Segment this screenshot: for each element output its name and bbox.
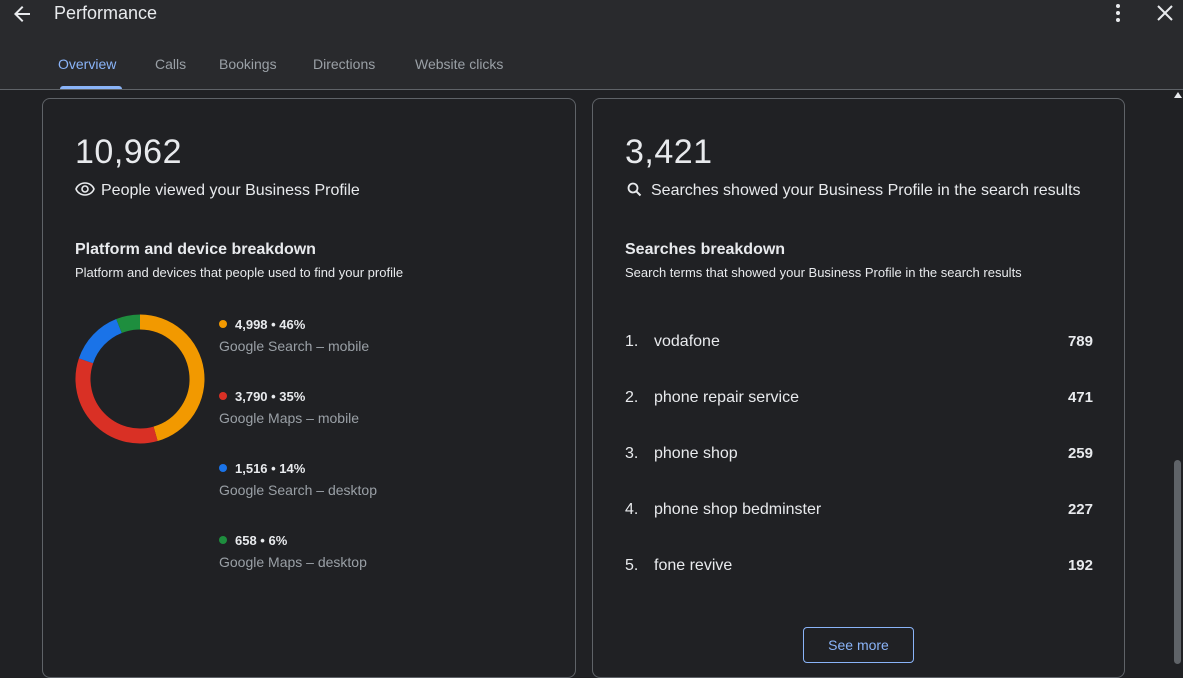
term-rank: 3. [625,445,639,462]
tab-website-clicks[interactable]: Website clicks [415,56,503,72]
eye-icon [75,181,95,197]
back-arrow-icon[interactable] [10,2,34,26]
searches-breakdown-subtitle: Search terms that showed your Business P… [625,265,1022,280]
legend-item: 658 • 6% Google Maps – desktop [219,533,479,570]
search-term-row: 5. fone revive 192 [625,557,1093,581]
term-count: 227 [1067,501,1093,518]
term-count: 192 [1067,557,1093,574]
term-text: phone shop bedminster [654,501,822,518]
tab-calls[interactable]: Calls [155,56,186,72]
platform-donut-chart [75,314,205,444]
legend-dot [219,392,227,400]
legend-dot [219,536,227,544]
views-card: 10,962 People viewed your Business Profi… [42,98,576,678]
legend-stat: 658 • 6% [235,533,288,548]
term-rank: 1. [625,333,639,350]
term-text: fone revive [654,557,733,574]
tab-overview[interactable]: Overview [58,56,116,72]
term-count: 789 [1067,333,1093,350]
searches-caption-row: Searches showed your Business Profile in… [625,181,1081,200]
legend-label: Google Search – desktop [219,482,377,498]
tab-directions[interactable]: Directions [313,56,375,72]
searches-caption: Searches showed your Business Profile in… [651,182,1081,199]
legend-dot [219,320,227,328]
searches-card: 3,421 Searches showed your Business Prof… [592,98,1125,678]
legend-label: Google Maps – desktop [219,554,367,570]
platform-breakdown-subtitle: Platform and devices that people used to… [75,265,404,280]
views-total: 10,962 [75,133,182,171]
term-rank: 2. [625,389,639,406]
term-text: vodafone [654,333,720,350]
donut-slice-2 [78,319,123,364]
tab-bookings[interactable]: Bookings [219,56,277,72]
legend-stat: 3,790 • 35% [235,389,306,404]
legend-item: 3,790 • 35% Google Maps – mobile [219,389,479,426]
search-term-row: 1. vodafone 789 [625,333,1093,357]
views-caption: People viewed your Business Profile [101,182,360,199]
scroll-up-arrow-icon[interactable] [1174,92,1182,98]
legend-label: Google Maps – mobile [219,410,360,426]
searches-total: 3,421 [625,133,713,171]
legend-item: 4,998 • 46% Google Search – mobile [219,317,479,354]
search-term-row: 4. phone shop bedminster 227 [625,501,1093,525]
search-icon [625,181,645,197]
more-vert-icon[interactable] [1108,3,1128,23]
legend-stat: 1,516 • 14% [235,461,306,476]
term-count: 259 [1067,445,1093,462]
donut-slice-3 [116,314,141,334]
search-term-row: 2. phone repair service 471 [625,389,1093,413]
top-app-bar: Performance Overview Calls Bookings Dire… [0,0,1183,90]
scrollbar-thumb[interactable] [1174,460,1181,664]
search-term-row: 3. phone shop 259 [625,445,1093,469]
donut-slice-0 [139,314,205,442]
see-more-button[interactable]: See more [803,627,914,663]
active-tab-indicator [60,86,122,89]
term-rank: 4. [625,501,639,518]
term-text: phone shop [654,445,738,462]
scrollbar[interactable] [1172,90,1183,664]
donut-slice-1 [75,358,158,444]
legend-dot [219,464,227,472]
searches-breakdown-title: Searches breakdown [625,241,786,258]
close-icon[interactable] [1155,3,1175,23]
legend-stat: 4,998 • 46% [235,317,306,332]
legend-label: Google Search – mobile [219,338,370,354]
term-rank: 5. [625,557,639,574]
term-count: 471 [1067,389,1093,406]
legend-item: 1,516 • 14% Google Search – desktop [219,461,479,498]
term-text: phone repair service [654,389,799,406]
views-caption-row: People viewed your Business Profile [75,181,360,200]
platform-breakdown-title: Platform and device breakdown [75,241,316,258]
page-title: Performance [54,3,158,23]
